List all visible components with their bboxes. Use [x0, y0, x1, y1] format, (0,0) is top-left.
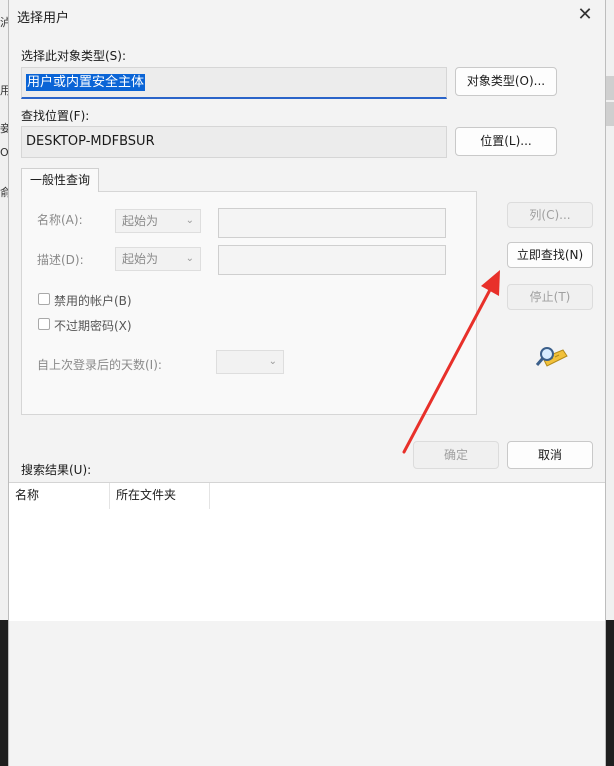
object-type-label: 选择此对象类型(S):	[21, 49, 127, 63]
background-fragment: 俞	[0, 186, 8, 199]
common-queries-panel: 名称(A): 起始为 ⌄ 描述(D): 起始为 ⌄ 禁用的帐户(B) 不过期密码…	[21, 191, 477, 415]
search-results-list[interactable]: 名称 所在文件夹	[9, 482, 605, 621]
location-label: 查找位置(F):	[21, 109, 90, 123]
background-fragment: 泸	[0, 16, 8, 29]
dialog-title: 选择用户	[17, 11, 70, 26]
tab-common-queries[interactable]: 一般性查询	[21, 168, 100, 192]
chevron-down-icon: ⌄	[185, 215, 194, 226]
non-expiring-password-checkbox[interactable]	[38, 318, 50, 330]
description-mode-select[interactable]: 起始为 ⌄	[115, 247, 201, 271]
background-fragment: 用	[0, 84, 8, 97]
description-mode-value: 起始为	[122, 252, 159, 266]
background-fragment: 妾	[0, 122, 8, 135]
description-input[interactable]	[218, 245, 446, 275]
object-type-field[interactable]: 用户或内置安全主体	[21, 67, 447, 99]
disabled-accounts-label: 禁用的帐户(B)	[54, 294, 132, 308]
location-field[interactable]: DESKTOP-MDFBSUR	[21, 126, 447, 158]
name-mode-select[interactable]: 起始为 ⌄	[115, 209, 201, 233]
columns-button[interactable]: 列(C)...	[507, 202, 593, 228]
name-label: 名称(A):	[37, 213, 83, 227]
days-since-logon-label: 自上次登录后的天数(I):	[37, 358, 162, 372]
close-button[interactable]: ✕	[573, 4, 597, 26]
background-fragment: O	[0, 146, 8, 159]
ok-button[interactable]: 确定	[413, 441, 499, 469]
location-value: DESKTOP-MDFBSUR	[26, 134, 155, 149]
background-window-right	[606, 0, 614, 620]
close-icon: ✕	[577, 4, 593, 25]
disabled-accounts-checkbox[interactable]	[38, 293, 50, 305]
cancel-button[interactable]: 取消	[507, 441, 593, 469]
locations-button[interactable]: 位置(L)...	[455, 127, 557, 156]
select-user-dialog: 选择用户 ✕ 选择此对象类型(S): 用户或内置安全主体 对象类型(O)... …	[8, 0, 606, 766]
find-now-button[interactable]: 立即查找(N)	[507, 242, 593, 268]
days-since-logon-select[interactable]: ⌄	[216, 350, 284, 374]
stop-button[interactable]: 停止(T)	[507, 284, 593, 310]
description-label: 描述(D):	[37, 253, 84, 267]
object-type-value: 用户或内置安全主体	[26, 74, 146, 91]
column-header-folder[interactable]: 所在文件夹	[110, 483, 210, 509]
magnifier-icon	[533, 338, 573, 378]
column-header-name[interactable]: 名称	[9, 483, 110, 509]
chevron-down-icon: ⌄	[185, 253, 194, 264]
name-input[interactable]	[218, 208, 446, 238]
search-results-label: 搜索结果(U):	[21, 463, 92, 477]
name-mode-value: 起始为	[122, 214, 159, 228]
non-expiring-password-label: 不过期密码(X)	[54, 319, 132, 333]
title-bar: 选择用户 ✕	[9, 0, 605, 30]
chevron-down-icon: ⌄	[268, 356, 277, 367]
object-types-button[interactable]: 对象类型(O)...	[455, 67, 557, 96]
